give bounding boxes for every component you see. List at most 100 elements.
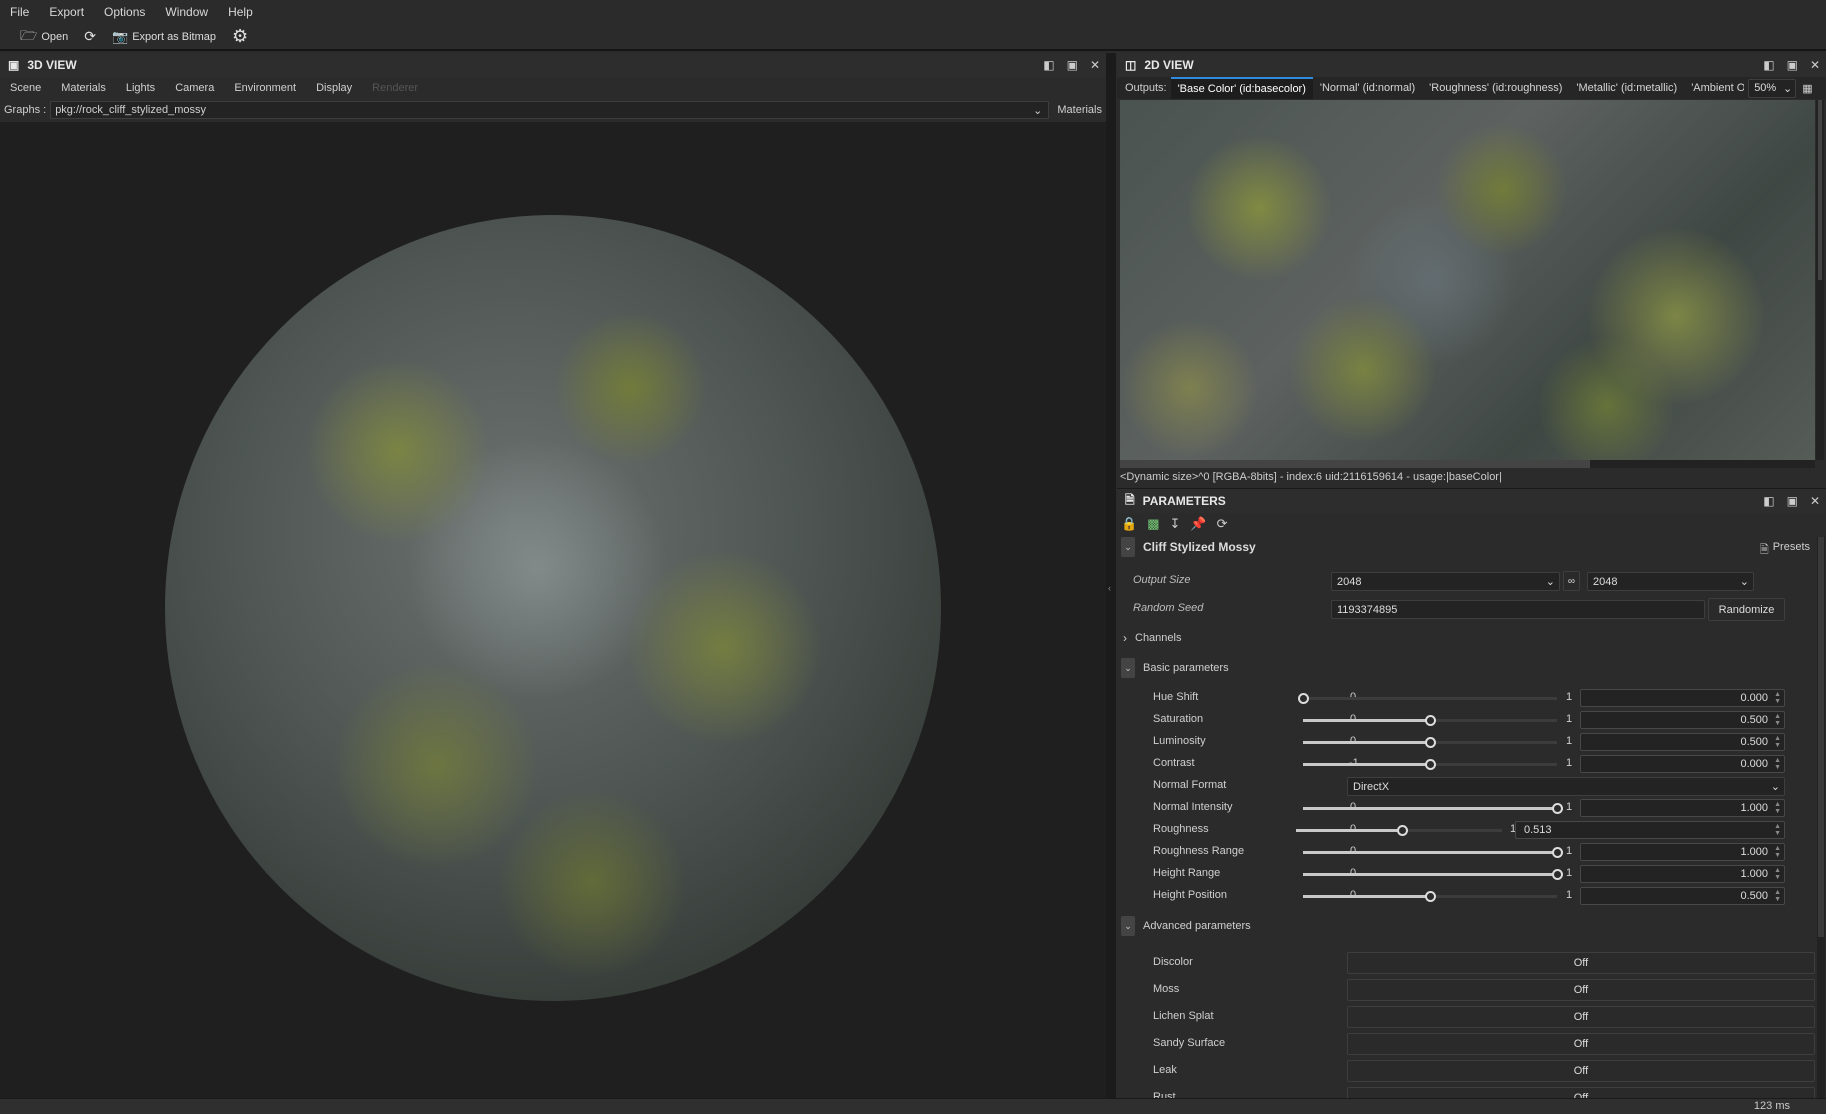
- lichen-splat-toggle[interactable]: Off: [1347, 1006, 1815, 1028]
- menu-camera[interactable]: Camera: [175, 82, 214, 94]
- roughness-value-input[interactable]: 0.513 ▲ ▼: [1515, 821, 1785, 839]
- contrast-slider[interactable]: [1303, 759, 1557, 770]
- menu-materials[interactable]: Materials: [61, 82, 106, 94]
- spinner-icon[interactable]: ▲ ▼: [1774, 889, 1781, 903]
- saturation-value-input[interactable]: 0.500 ▲ ▼: [1580, 711, 1785, 729]
- menu-display[interactable]: Display: [316, 82, 352, 94]
- menu-export[interactable]: Export: [49, 5, 84, 19]
- pin-down-icon[interactable]: ↧: [1169, 516, 1180, 532]
- slider-thumb[interactable]: [1552, 803, 1563, 814]
- tab-roughness[interactable]: 'Roughness' (id:roughness): [1422, 77, 1569, 99]
- discolor-toggle[interactable]: Off: [1347, 952, 1815, 974]
- graph-select[interactable]: pkg://rock_cliff_stylized_mossy ⌄: [50, 101, 1050, 119]
- spinner-icon[interactable]: ▲ ▼: [1774, 867, 1781, 881]
- contrast-value-input[interactable]: 0.000 ▲ ▼: [1580, 755, 1785, 773]
- normal-intensity-value-input[interactable]: 1.000 ▲ ▼: [1580, 799, 1785, 817]
- tab-ambient-occlusion[interactable]: 'Ambient Oc: [1684, 77, 1744, 99]
- export-bitmap-button[interactable]: 📷 Export as Bitmap: [112, 29, 216, 45]
- height-range-value-input[interactable]: 1.000 ▲ ▼: [1580, 865, 1785, 883]
- menu-environment[interactable]: Environment: [234, 82, 296, 94]
- menu-scene[interactable]: Scene: [10, 82, 41, 94]
- random-seed-input[interactable]: 1193374895: [1331, 600, 1705, 619]
- settings-button[interactable]: ⚙: [232, 26, 248, 47]
- height-position-value-input[interactable]: 0.500 ▲ ▼: [1580, 887, 1785, 905]
- reload-button[interactable]: ⟳: [84, 28, 96, 45]
- slider-thumb[interactable]: [1425, 891, 1436, 902]
- leak-toggle[interactable]: Off: [1347, 1060, 1815, 1082]
- saturation-slider[interactable]: [1303, 715, 1557, 726]
- menu-renderer[interactable]: Renderer: [372, 82, 418, 94]
- tab-basecolor[interactable]: 'Base Color' (id:basecolor): [1170, 77, 1313, 99]
- vertical-scrollbar[interactable]: [1816, 100, 1824, 460]
- spinner-icon[interactable]: ▲ ▼: [1774, 801, 1781, 815]
- slider-thumb[interactable]: [1425, 759, 1436, 770]
- roughness-range-value-input[interactable]: 1.000 ▲ ▼: [1580, 843, 1785, 861]
- normal-intensity-slider[interactable]: [1303, 803, 1563, 814]
- chevron-right-icon: ›: [1123, 631, 1127, 645]
- output-size-height-select[interactable]: 2048 ⌄: [1587, 572, 1754, 591]
- graph-section-header[interactable]: ⌄ Cliff Stylized Mossy: [1121, 537, 1256, 557]
- horizontal-scrollbar[interactable]: [1120, 460, 1815, 468]
- tab-normal[interactable]: 'Normal' (id:normal): [1313, 77, 1422, 99]
- channels-section-header[interactable]: › Channels: [1123, 631, 1181, 645]
- spinner-icon[interactable]: ▲ ▼: [1774, 757, 1781, 771]
- close-icon[interactable]: ✕: [1810, 58, 1820, 72]
- spinner-icon[interactable]: ▲ ▼: [1774, 713, 1781, 727]
- advanced-section-header[interactable]: ⌄ Advanced parameters: [1121, 916, 1251, 936]
- outputs-tabs: Outputs: 'Base Color' (id:basecolor) 'No…: [1117, 77, 1826, 99]
- menu-file[interactable]: File: [10, 5, 29, 19]
- sandy-surface-toggle[interactable]: Off: [1347, 1033, 1815, 1055]
- slider-thumb[interactable]: [1298, 693, 1309, 704]
- menu-options[interactable]: Options: [104, 5, 145, 19]
- output-size-width-select[interactable]: 2048 ⌄: [1331, 572, 1560, 591]
- slider-thumb[interactable]: [1396, 825, 1408, 836]
- height-position-slider[interactable]: [1303, 891, 1557, 902]
- normal-format-select[interactable]: DirectX ⌄: [1347, 777, 1785, 796]
- menu-help[interactable]: Help: [228, 5, 253, 19]
- roughness-slider[interactable]: [1296, 825, 1502, 836]
- spinner-icon[interactable]: ▲ ▼: [1774, 845, 1781, 859]
- reset-icon[interactable]: ⟳: [1217, 516, 1228, 532]
- lock-sync-icon[interactable]: ▩: [1147, 516, 1159, 532]
- parameters-scrollbar[interactable]: [1817, 537, 1825, 1099]
- panel-splitter[interactable]: ‹: [1106, 53, 1116, 1098]
- tab-metallic[interactable]: 'Metallic' (id:metallic): [1569, 77, 1684, 99]
- basic-section-header[interactable]: ⌄ Basic parameters: [1121, 658, 1229, 678]
- hue-shift-value-input[interactable]: 0.000 ▲ ▼: [1580, 689, 1785, 707]
- maximize-icon[interactable]: ▣: [1787, 494, 1798, 508]
- slider-thumb[interactable]: [1552, 869, 1563, 880]
- slider-thumb[interactable]: [1552, 847, 1563, 858]
- menu-lights[interactable]: Lights: [126, 82, 155, 94]
- open-button[interactable]: 🗁 Open: [20, 25, 68, 49]
- slider-thumb[interactable]: [1425, 715, 1436, 726]
- spinner-icon[interactable]: ▲ ▼: [1774, 691, 1781, 705]
- luminosity-slider[interactable]: [1303, 737, 1557, 748]
- slider-thumb[interactable]: [1425, 737, 1436, 748]
- moss-toggle[interactable]: Off: [1347, 979, 1815, 1001]
- spinner-icon[interactable]: ▲ ▼: [1774, 823, 1781, 837]
- presets-button[interactable]: 🗎 Presets: [1760, 541, 1810, 560]
- float-icon[interactable]: ◧: [1763, 58, 1774, 72]
- menu-window[interactable]: Window: [165, 5, 208, 19]
- texture-preview[interactable]: [1120, 100, 1815, 460]
- float-icon[interactable]: ◧: [1763, 494, 1774, 508]
- lock-icon[interactable]: 🔒: [1121, 516, 1137, 532]
- roughness-range-slider[interactable]: [1303, 847, 1563, 858]
- slider-fill: [1303, 895, 1430, 898]
- 3d-viewport[interactable]: [0, 122, 1106, 1098]
- luminosity-value-input[interactable]: 0.500 ▲ ▼: [1580, 733, 1785, 751]
- float-icon[interactable]: ◧: [1043, 58, 1054, 72]
- maximize-icon[interactable]: ▣: [1067, 58, 1078, 72]
- close-icon[interactable]: ✕: [1090, 58, 1100, 72]
- zoom-select[interactable]: 50% ⌄: [1748, 78, 1797, 98]
- height-range-slider[interactable]: [1303, 869, 1563, 880]
- pin-icon[interactable]: 📌: [1190, 516, 1206, 532]
- materials-button[interactable]: Materials: [1053, 104, 1106, 116]
- hue-shift-slider[interactable]: [1298, 693, 1557, 704]
- randomize-button[interactable]: Randomize: [1708, 598, 1785, 621]
- close-icon[interactable]: ✕: [1810, 494, 1820, 508]
- spinner-icon[interactable]: ▲ ▼: [1774, 735, 1781, 749]
- view-options-icon[interactable]: ▦: [1802, 82, 1812, 95]
- link-size-button[interactable]: ∞: [1563, 571, 1580, 591]
- maximize-icon[interactable]: ▣: [1787, 58, 1798, 72]
